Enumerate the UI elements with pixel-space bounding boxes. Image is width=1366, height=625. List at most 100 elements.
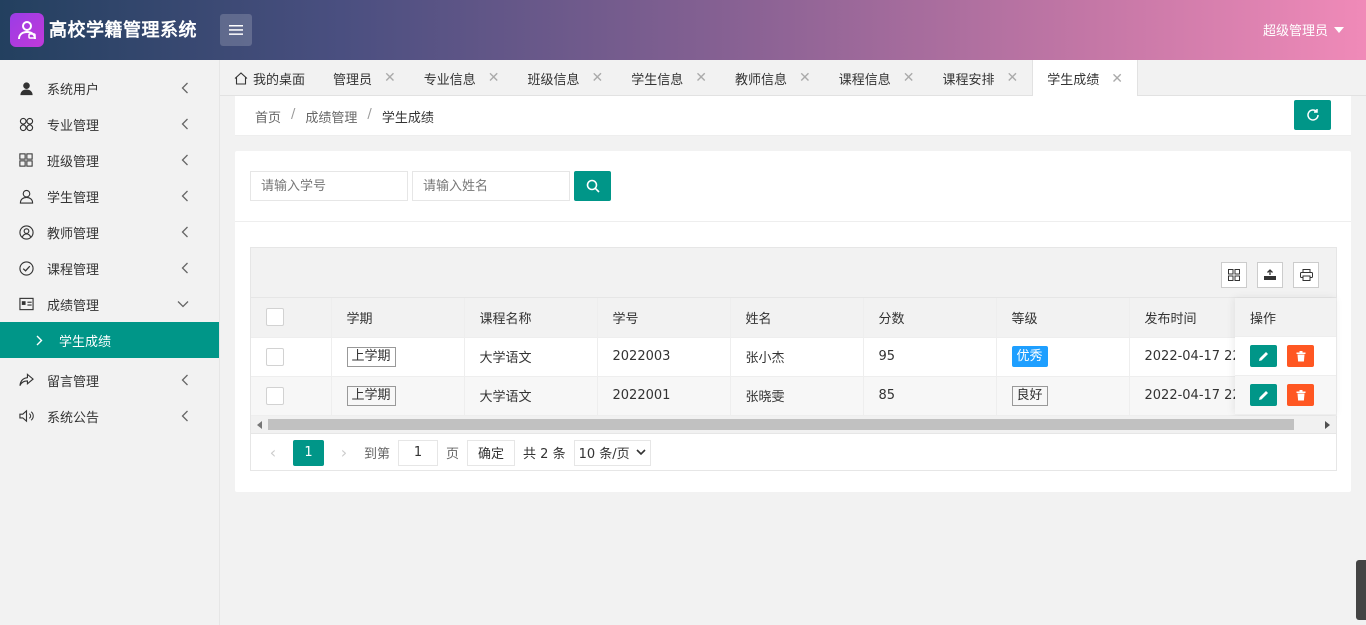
search-form — [250, 171, 611, 201]
page-size-select[interactable]: 10 条/页 — [573, 439, 651, 466]
breadcrumb-separator: / — [367, 107, 372, 122]
sidebar-item-system-users[interactable]: 系统用户 — [0, 70, 219, 106]
chevron-left-icon — [181, 410, 188, 422]
close-icon[interactable]: ✕ — [488, 70, 500, 86]
column-header[interactable]: 等级 — [996, 298, 1130, 338]
course-cell: 大学语文 — [464, 376, 598, 416]
select-all-checkbox[interactable] — [266, 308, 284, 327]
scrollbar-thumb[interactable] — [268, 419, 1294, 430]
person-icon — [18, 188, 34, 204]
column-header: 操作 — [1235, 298, 1336, 337]
close-icon[interactable]: ✕ — [1007, 70, 1019, 86]
row-actions — [1235, 376, 1336, 415]
sidebar-item-messages[interactable]: 留言管理 — [0, 362, 219, 398]
row-checkbox[interactable] — [266, 347, 284, 366]
sidebar-item-majors[interactable]: 专业管理 — [0, 106, 219, 142]
column-header[interactable]: 课程名称 — [464, 298, 598, 338]
chevron-left-icon — [181, 154, 188, 166]
delete-button[interactable] — [1287, 345, 1314, 367]
goto-confirm-button[interactable]: 确定 — [467, 439, 516, 466]
tab-student-scores[interactable]: 学生成绩 ✕ — [1032, 60, 1139, 97]
tab-bar: 我的桌面 管理员 ✕ 专业信息 ✕ 班级信息 ✕ 学生信息 ✕ 教师信息 ✕ 课程信息 ✕ … — [220, 60, 1366, 97]
score-cell: 85 — [863, 376, 997, 416]
hamburger-icon — [229, 25, 243, 35]
scores-table: 学期 课程名称 学号 姓名 分数 等级 发布时间 上学期 大学语文 202200… — [250, 247, 1337, 471]
print-icon — [1299, 269, 1313, 281]
name-cell: 张晓雯 — [730, 376, 864, 416]
sidebar-item-students[interactable]: 学生管理 — [0, 178, 219, 214]
sidebar-item-scores[interactable]: 成绩管理 — [0, 286, 219, 322]
tab-course-info[interactable]: 课程信息 ✕ — [825, 60, 929, 96]
column-header[interactable]: 姓名 — [730, 298, 864, 338]
home-icon — [234, 71, 248, 85]
horizontal-scrollbar[interactable] — [251, 416, 1336, 433]
close-icon[interactable]: ✕ — [384, 70, 396, 86]
tab-admin[interactable]: 管理员 ✕ — [319, 60, 410, 96]
breadcrumb-bar: 首页 / 成绩管理 / 学生成绩 — [235, 96, 1351, 136]
column-header[interactable]: 分数 — [863, 298, 997, 338]
menu-toggle-button[interactable] — [220, 14, 252, 46]
row-checkbox[interactable] — [266, 386, 284, 405]
page-size-value: 10 条/页 — [578, 447, 630, 462]
check-circle-icon — [18, 260, 34, 276]
time-cell: 2022-04-17 22:5 — [1129, 337, 1236, 377]
delete-button[interactable] — [1287, 384, 1314, 406]
export-button[interactable] — [1257, 262, 1283, 288]
user-name: 超级管理员 — [1262, 24, 1328, 39]
breadcrumb-home[interactable]: 首页 — [255, 107, 281, 126]
tab-major-info[interactable]: 专业信息 ✕ — [410, 60, 514, 96]
search-button[interactable] — [574, 171, 611, 201]
tab-student-info[interactable]: 学生信息 ✕ — [617, 60, 721, 96]
sidebar: 系统用户 专业管理 班级管理 学生管理 教师管理 课程管理 成绩管理 学生成绩 … — [0, 60, 220, 625]
side-widget[interactable] — [1356, 560, 1366, 620]
close-icon[interactable]: ✕ — [592, 70, 604, 86]
close-icon[interactable]: ✕ — [695, 70, 707, 86]
grade-cell: 良好 — [996, 376, 1130, 416]
sidebar-item-label: 班级管理 — [47, 154, 100, 170]
column-header[interactable]: 学号 — [597, 298, 731, 338]
column-header[interactable]: 发布时间 — [1129, 298, 1236, 338]
row-actions — [1235, 337, 1336, 376]
goto-label: 到第 — [364, 447, 391, 462]
tab-desktop[interactable]: 我的桌面 — [220, 60, 319, 96]
close-icon[interactable]: ✕ — [903, 70, 915, 86]
sidebar-item-label: 学生成绩 — [59, 334, 112, 350]
close-icon[interactable]: ✕ — [1111, 71, 1123, 87]
table-header-row: 学期 课程名称 学号 姓名 分数 等级 发布时间 — [251, 298, 1337, 338]
tab-course-schedule[interactable]: 课程安排 ✕ — [929, 60, 1033, 96]
edit-button[interactable] — [1250, 345, 1277, 367]
sidebar-item-teachers[interactable]: 教师管理 — [0, 214, 219, 250]
sidebar-item-announcements[interactable]: 系统公告 — [0, 398, 219, 434]
pagination: ‹ 1 › 到第 页 确定 共 2 条 10 条/页 — [251, 433, 1336, 471]
refresh-button[interactable] — [1294, 100, 1331, 130]
tab-teacher-info[interactable]: 教师信息 ✕ — [721, 60, 825, 96]
chevron-left-icon — [181, 118, 188, 130]
print-button[interactable] — [1293, 262, 1319, 288]
next-page-icon[interactable]: › — [332, 440, 356, 466]
student-no-input[interactable] — [250, 171, 408, 201]
sidebar-item-classes[interactable]: 班级管理 — [0, 142, 219, 178]
name-input[interactable] — [412, 171, 570, 201]
sidebar-item-courses[interactable]: 课程管理 — [0, 250, 219, 286]
columns-filter-button[interactable] — [1221, 262, 1247, 288]
sidebar-item-student-scores[interactable]: 学生成绩 — [0, 322, 219, 358]
current-page[interactable]: 1 — [293, 439, 324, 466]
sidebar-item-label: 教师管理 — [47, 226, 100, 242]
data-table: 学期 课程名称 学号 姓名 分数 等级 发布时间 上学期 大学语文 202200… — [251, 298, 1337, 416]
speaker-icon — [18, 408, 34, 424]
edit-button[interactable] — [1250, 384, 1277, 406]
scroll-left-icon[interactable] — [257, 421, 262, 429]
tab-class-info[interactable]: 班级信息 ✕ — [514, 60, 618, 96]
breadcrumb-scores[interactable]: 成绩管理 — [305, 107, 357, 126]
close-icon[interactable]: ✕ — [799, 70, 811, 86]
course-cell: 大学语文 — [464, 337, 598, 377]
chevron-left-icon — [181, 262, 188, 274]
column-header[interactable]: 学期 — [331, 298, 465, 338]
scroll-right-icon[interactable] — [1325, 421, 1330, 429]
user-menu[interactable]: 超级管理员 — [1263, 20, 1344, 39]
table-row: 上学期 大学语文 2022003 张小杰 95 优秀 2022-04-17 22… — [251, 337, 1337, 377]
goto-page-input[interactable] — [398, 439, 439, 466]
prev-page-icon[interactable]: ‹ — [261, 440, 285, 466]
table-row: 上学期 大学语文 2022001 张晓雯 85 良好 2022-04-17 22… — [251, 376, 1337, 416]
refresh-icon — [1306, 109, 1319, 121]
